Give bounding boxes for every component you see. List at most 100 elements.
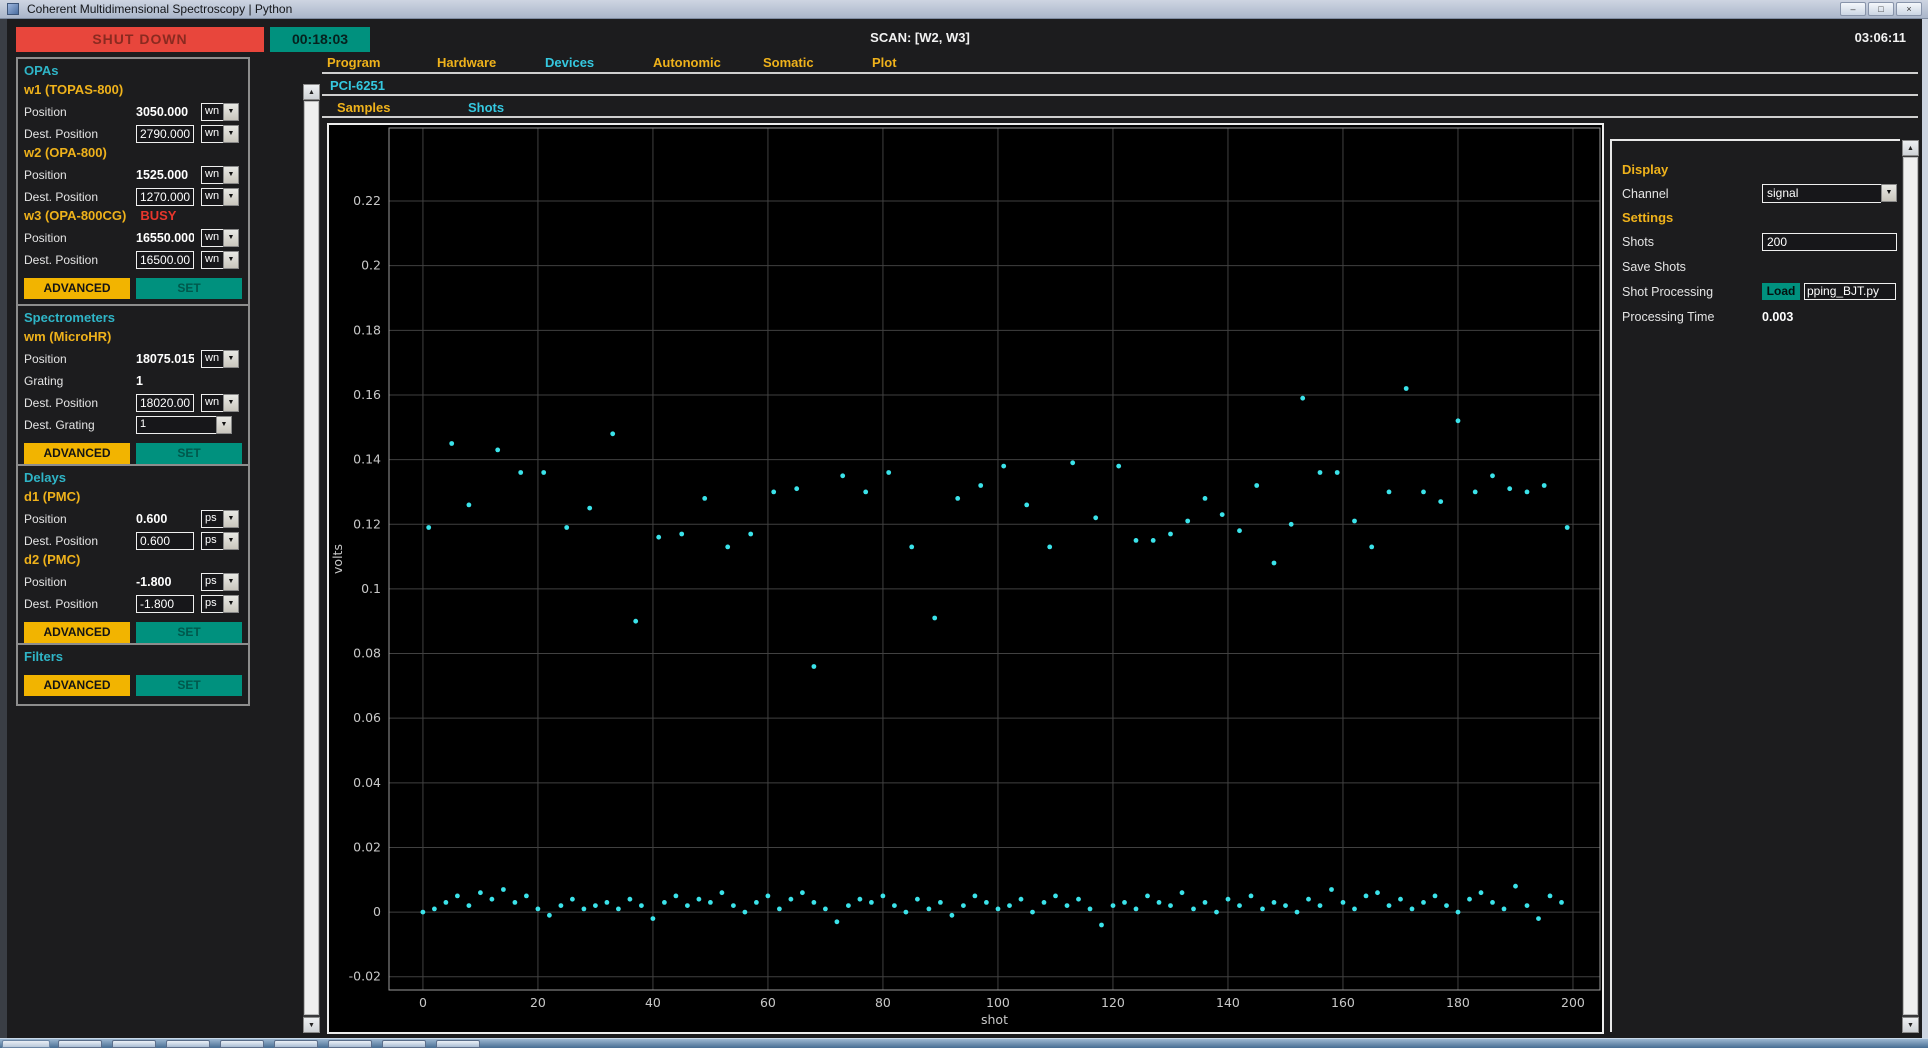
tab-pci-6251[interactable]: PCI-6251 (330, 78, 385, 93)
taskbar-app-icon-5[interactable] (274, 1040, 318, 1048)
dest-position-input[interactable] (136, 125, 194, 143)
taskbar-app-icon-1[interactable] (58, 1040, 102, 1048)
chevron-down-icon[interactable]: ▼ (223, 103, 239, 121)
data-point (432, 906, 437, 912)
chevron-down-icon[interactable]: ▼ (223, 125, 239, 143)
settings-scrollbar[interactable]: ▲ ▼ (1902, 140, 1919, 1033)
data-point (1455, 418, 1461, 424)
select-value: 1 (136, 416, 216, 434)
chevron-down-icon[interactable]: ▼ (223, 166, 239, 184)
data-point (1524, 903, 1530, 908)
unit-select[interactable]: ps ▼ (201, 532, 239, 550)
data-point (420, 909, 426, 915)
tab-program[interactable]: Program (327, 55, 380, 70)
tab-samples[interactable]: Samples (337, 100, 390, 115)
unit-select[interactable]: ps ▼ (201, 595, 239, 613)
dest-position-input[interactable] (136, 394, 194, 412)
dest-position-input[interactable] (136, 188, 194, 206)
tab-somatic[interactable]: Somatic (763, 55, 814, 70)
scroll-up-icon[interactable]: ▲ (1902, 140, 1919, 156)
taskbar-app-icon-6[interactable] (328, 1040, 372, 1048)
unit-select[interactable]: wn ▼ (201, 251, 239, 269)
scrollbar-thumb[interactable] (304, 101, 319, 1015)
set-button[interactable]: SET (136, 675, 242, 696)
data-point (708, 900, 713, 905)
scroll-down-icon[interactable]: ▼ (303, 1017, 320, 1033)
control-row: Position 3050.000 wn ▼ (24, 101, 242, 123)
taskbar-app-icon-3[interactable] (166, 1040, 210, 1048)
set-button[interactable]: SET (136, 278, 242, 299)
data-point (593, 903, 598, 908)
chevron-down-icon[interactable]: ▼ (1881, 184, 1897, 202)
scrollbar-thumb[interactable] (1903, 157, 1918, 1015)
advanced-button[interactable]: ADVANCED (24, 675, 130, 696)
chevron-down-icon[interactable]: ▼ (223, 595, 239, 613)
advanced-button[interactable]: ADVANCED (24, 278, 130, 299)
unit-select[interactable]: wn ▼ (201, 166, 239, 184)
tab-plot[interactable]: Plot (872, 55, 897, 70)
dest-position-input[interactable] (136, 251, 194, 269)
chevron-down-icon[interactable]: ▼ (223, 350, 239, 368)
maximize-button[interactable]: □ (1868, 2, 1894, 16)
close-button[interactable]: × (1896, 2, 1922, 16)
chevron-down-icon[interactable]: ▼ (223, 532, 239, 550)
sidebar-scrollbar[interactable]: ▲ ▼ (303, 84, 320, 1033)
scroll-up-icon[interactable]: ▲ (303, 84, 320, 100)
control-row: Dest. Position wn▼ (24, 249, 242, 271)
scroll-down-icon[interactable]: ▼ (1902, 1017, 1919, 1033)
advanced-button[interactable]: ADVANCED (24, 622, 130, 643)
unit-select[interactable]: wn ▼ (201, 394, 239, 412)
dest-position-input[interactable] (136, 595, 194, 613)
data-point (1513, 883, 1518, 889)
data-point (1507, 486, 1513, 492)
tab-hardware[interactable]: Hardware (437, 55, 496, 70)
data-point (639, 903, 644, 908)
chevron-down-icon[interactable]: ▼ (216, 416, 232, 434)
set-button[interactable]: SET (136, 443, 242, 464)
unit-select[interactable]: wn ▼ (201, 350, 239, 368)
unit-select[interactable]: wn ▼ (201, 125, 239, 143)
chevron-down-icon[interactable]: ▼ (223, 188, 239, 206)
taskbar-app-icon-7[interactable] (382, 1040, 426, 1048)
data-point (903, 909, 909, 915)
unit-select[interactable]: ps ▼ (201, 573, 239, 591)
chevron-down-icon[interactable]: ▼ (223, 251, 239, 269)
data-point (1116, 463, 1122, 469)
chevron-down-icon[interactable]: ▼ (223, 573, 239, 591)
data-point (1237, 528, 1242, 534)
row-label: Position (24, 575, 67, 589)
shots-input[interactable] (1762, 232, 1897, 251)
taskbar-app-icon-2[interactable] (112, 1040, 156, 1048)
data-point (1099, 922, 1104, 928)
dest-grating-select[interactable]: 1 ▼ (136, 416, 232, 434)
taskbar-app-icon-8[interactable] (436, 1040, 480, 1048)
taskbar-start-area[interactable] (2, 1040, 50, 1048)
chevron-down-icon[interactable]: ▼ (223, 510, 239, 528)
data-point (455, 893, 460, 899)
data-point (610, 431, 616, 437)
tab-shots[interactable]: Shots (468, 100, 504, 115)
processing-script-field[interactable]: pping_BJT.py (1804, 283, 1896, 300)
x-axis-label: shot (981, 1012, 1008, 1027)
unit-select[interactable]: ps ▼ (201, 510, 239, 528)
position-value: 1525.000 (136, 168, 189, 182)
data-point (662, 900, 667, 905)
unit-select[interactable]: wn ▼ (201, 188, 239, 206)
unit-select[interactable]: wn ▼ (201, 229, 239, 247)
chevron-down-icon[interactable]: ▼ (223, 394, 239, 412)
data-point (1168, 903, 1173, 908)
channel-select[interactable]: signal ▼ (1762, 184, 1897, 203)
unit-select[interactable]: wn ▼ (201, 103, 239, 121)
set-button[interactable]: SET (136, 622, 242, 643)
minimize-button[interactable]: – (1840, 2, 1866, 16)
control-row: Dest. Position wn▼ (24, 123, 242, 145)
tab-autonomic[interactable]: Autonomic (653, 55, 721, 70)
taskbar-app-icon-4[interactable] (220, 1040, 264, 1048)
tab-devices[interactable]: Devices (545, 55, 594, 70)
advanced-button[interactable]: ADVANCED (24, 443, 130, 464)
unit-value: wn (201, 166, 223, 184)
chevron-down-icon[interactable]: ▼ (223, 229, 239, 247)
shut-down-button[interactable]: SHUT DOWN (16, 27, 264, 52)
load-script-button[interactable]: Load (1762, 283, 1800, 300)
dest-position-input[interactable] (136, 532, 194, 550)
